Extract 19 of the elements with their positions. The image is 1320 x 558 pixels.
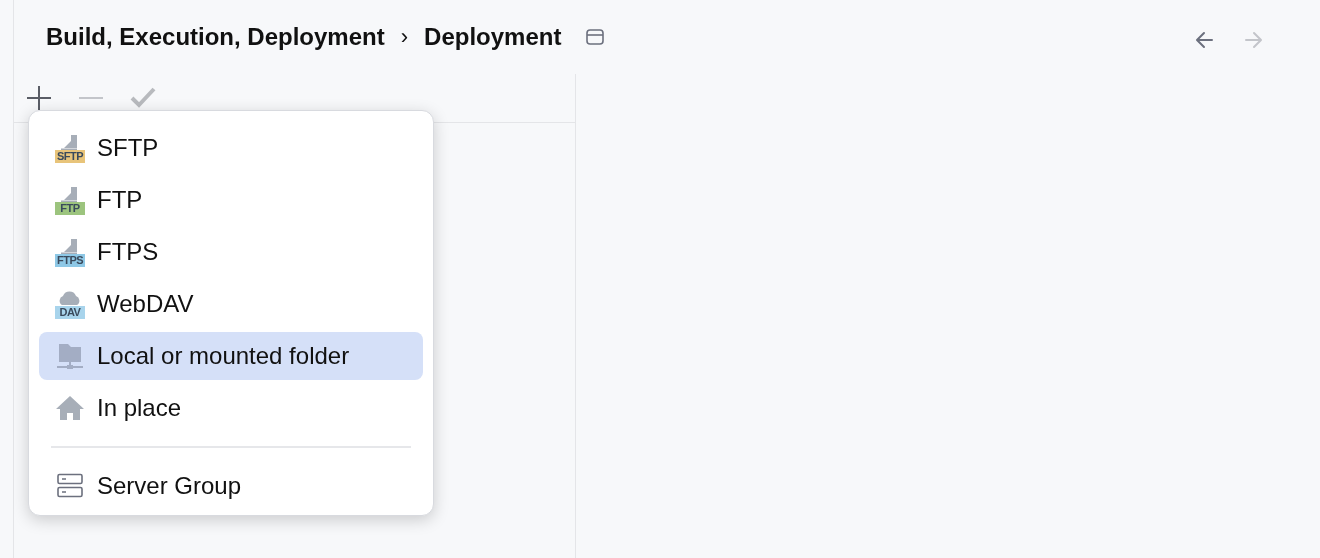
menu-item[interactable]: Local or mounted folder	[39, 332, 423, 380]
menu-item[interactable]: DAV WebDAV	[39, 280, 423, 328]
menu-item[interactable]: SFTP SFTP	[39, 124, 423, 172]
protocol-badge: DAV	[55, 305, 85, 319]
add-icon[interactable]	[25, 84, 53, 112]
breadcrumb-item[interactable]: Build, Execution, Deployment	[46, 23, 385, 51]
window-icon[interactable]	[585, 28, 606, 46]
home-icon	[55, 395, 85, 421]
menu-item[interactable]: FTP FTP	[39, 176, 423, 224]
menu-item[interactable]: Server Group	[39, 462, 423, 510]
menu-item[interactable]: In place	[39, 384, 423, 432]
protocol-badge: FTP	[55, 201, 85, 215]
breadcrumb-separator: ›	[400, 24, 409, 50]
protocol-badge: SFTP	[55, 149, 85, 163]
server-icon	[57, 473, 83, 499]
protocol-badge: FTPS	[55, 253, 85, 267]
menu-item[interactable]: FTPS FTPS	[39, 228, 423, 276]
network-folder-icon	[55, 341, 85, 371]
breadcrumb-item[interactable]: Deployment	[424, 23, 562, 51]
